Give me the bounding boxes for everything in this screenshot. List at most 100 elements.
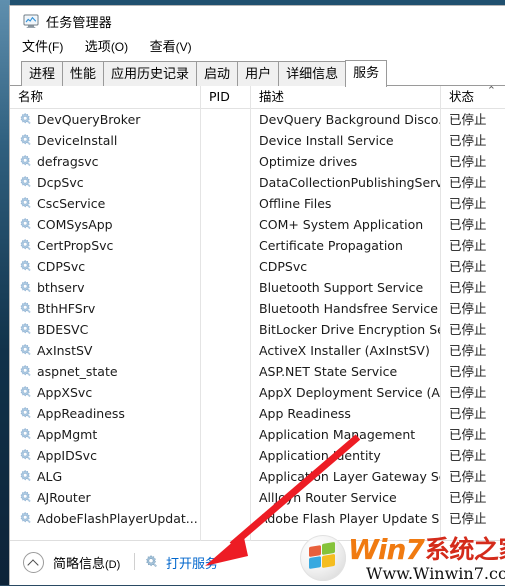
table-row[interactable]: ALG Application Layer Gateway Se... 已停止 [10, 466, 505, 487]
table-row[interactable]: BDESVC BitLocker Drive Encryption Se... 已停… [10, 319, 505, 340]
cell-service-description: Adobe Flash Player Update S... [259, 511, 440, 526]
menu-item-file-label: 文件 [22, 40, 49, 55]
column-header-pid[interactable]: PID [201, 86, 250, 108]
cell-service-pid [201, 256, 250, 277]
cell-service-name: aspnet_state [37, 364, 118, 379]
service-gear-icon [146, 555, 157, 568]
cell-service-status: 已停止 [449, 217, 487, 232]
table-row[interactable]: DeviceInstall Device Install Service 已停止 [10, 130, 505, 151]
cell-service-name: DevQueryBroker [37, 112, 141, 127]
menu-item-options[interactable]: 选项(O) [85, 36, 128, 55]
tab-users[interactable]: 用户 [237, 61, 280, 86]
cell-service-description: BitLocker Drive Encryption Se... [259, 322, 440, 337]
fewer-details-button[interactable]: 简略信息(D) [23, 551, 120, 573]
cell-service-description: AppX Deployment Service (A... [259, 385, 440, 400]
menu-item-options-label: 选项 [84, 40, 111, 55]
windows-flag-orb-icon [300, 535, 346, 581]
menu-item-view-label: 查看 [149, 40, 176, 55]
cell-service-name: AdobeFlashPlayerUpdat... [37, 511, 198, 526]
open-services-link[interactable]: 打开服务 [143, 552, 218, 572]
table-row[interactable]: AppIDSvc Application Identity 已停止 [10, 445, 505, 466]
cell-service-pid [201, 277, 250, 298]
cell-service-status: 已停止 [449, 238, 487, 253]
cell-service-status: 已停止 [449, 385, 487, 400]
cell-service-pid [201, 235, 250, 256]
table-row[interactable]: BthHFSrv Bluetooth Handsfree Service 已停止 [10, 298, 505, 319]
cell-service-description: Application Management [259, 427, 416, 442]
task-manager-window: 任务管理器 文件(F) 选项(O) 查看(V) 进程 性能 应用历史记录 启动 用户 详细… [9, 5, 505, 585]
table-row[interactable]: DevQueryBroker DevQuery Background Disco.… [10, 109, 505, 130]
table-row[interactable]: bthserv Bluetooth Support Service 已停止 [10, 277, 505, 298]
cell-service-pid [201, 193, 250, 214]
cell-service-description: Application Layer Gateway Se... [259, 469, 440, 484]
cell-service-description: Application Identity [259, 448, 381, 463]
cell-service-status: 已停止 [449, 511, 487, 526]
column-header-status-label: 状态 [449, 89, 475, 104]
table-row[interactable]: AppMgmt Application Management 已停止 [10, 424, 505, 445]
cell-service-description: Bluetooth Support Service [259, 280, 424, 295]
cell-service-name: AppXSvc [37, 385, 93, 400]
cell-service-status: 已停止 [449, 469, 487, 484]
sort-ascending-arrow-icon: ⌃ [486, 86, 496, 97]
cell-service-status: 已停止 [449, 322, 487, 337]
cell-service-pid [201, 466, 250, 487]
cell-service-name: AJRouter [37, 490, 91, 505]
cell-service-status: 已停止 [449, 406, 487, 421]
watermark-url: Www.Winwin7.com [366, 564, 505, 583]
table-row[interactable]: AxInstSV ActiveX Installer (AxInstSV) 已停止 [10, 340, 505, 361]
cell-service-status: 已停止 [449, 196, 487, 211]
tab-services[interactable]: 服务 [345, 60, 388, 87]
window-title-bar: 任务管理器 [10, 6, 505, 36]
cell-service-pid [201, 424, 250, 445]
cell-service-name: DeviceInstall [37, 133, 118, 148]
cell-service-pid [201, 298, 250, 319]
open-services-label: 打开服务 [166, 556, 219, 572]
cell-service-description: Optimize drives [259, 154, 358, 169]
table-row[interactable]: AppXSvc AppX Deployment Service (A... 已停止 [10, 382, 505, 403]
cell-service-pid [201, 403, 250, 424]
table-row[interactable]: AppReadiness App Readiness 已停止 [10, 403, 505, 424]
window-title: 任务管理器 [46, 16, 113, 31]
cell-service-name: CDPSvc [37, 259, 86, 274]
table-row[interactable]: CertPropSvc Certificate Propagation 已停止 [10, 235, 505, 256]
cell-service-status: 已停止 [449, 259, 487, 274]
cell-service-pid [201, 130, 250, 151]
cell-service-description: Offline Files [259, 196, 332, 211]
cell-service-name: AppIDSvc [37, 448, 97, 463]
table-row[interactable]: DcpSvc DataCollectionPublishingServi... 已停… [10, 172, 505, 193]
cell-service-status: 已停止 [449, 427, 487, 442]
menu-item-view[interactable]: 查看(V) [150, 36, 192, 55]
cell-service-pid [201, 151, 250, 172]
table-row[interactable]: AdobeFlashPlayerUpdat... Adobe Flash Play… [10, 508, 505, 529]
table-row[interactable]: CDPSvc CDPSvc 已停止 [10, 256, 505, 277]
cell-service-pid [201, 214, 250, 235]
cell-service-name: CscService [37, 196, 106, 211]
menu-item-options-mnemonic: (O) [110, 40, 129, 54]
cell-service-description: Certificate Propagation [259, 238, 403, 253]
column-header-row: 名称 PID 描述 状态 ⌃ [10, 86, 505, 109]
table-row[interactable]: aspnet_state ASP.NET State Service 已停止 [10, 361, 505, 382]
cell-service-description: DevQuery Background Disco... [259, 112, 440, 127]
cell-service-name: AppMgmt [37, 427, 98, 442]
cell-service-name: DcpSvc [37, 175, 84, 190]
tab-performance[interactable]: 性能 [62, 61, 105, 86]
column-header-description[interactable]: 描述 [251, 86, 440, 108]
column-header-name[interactable]: 名称 [10, 86, 200, 108]
column-header-name-label: 名称 [18, 89, 44, 104]
watermark-brand-win: Win7 [348, 533, 425, 566]
tab-app-history[interactable]: 应用历史记录 [103, 61, 198, 86]
table-row[interactable]: defragsvc Optimize drives 已停止 [10, 151, 505, 172]
tab-startup[interactable]: 启动 [196, 61, 239, 86]
table-row[interactable]: AJRouter AllJoyn Router Service 已停止 [10, 487, 505, 508]
cell-service-pid [201, 172, 250, 193]
table-row[interactable]: CscService Offline Files 已停止 [10, 193, 505, 214]
tab-details[interactable]: 详细信息 [278, 61, 347, 86]
fewer-details-mnemonic: (D) [105, 558, 121, 571]
menu-item-file[interactable]: 文件(F) [22, 36, 63, 55]
cell-service-status: 已停止 [449, 112, 487, 127]
fewer-details-text: 简略信息 [53, 556, 106, 572]
table-row[interactable]: COMSysApp COM+ System Application 已停止 [10, 214, 505, 235]
column-header-status[interactable]: 状态 ⌃ [441, 86, 505, 108]
tab-processes[interactable]: 进程 [21, 61, 64, 86]
cell-service-description: DataCollectionPublishingServi... [259, 175, 440, 190]
